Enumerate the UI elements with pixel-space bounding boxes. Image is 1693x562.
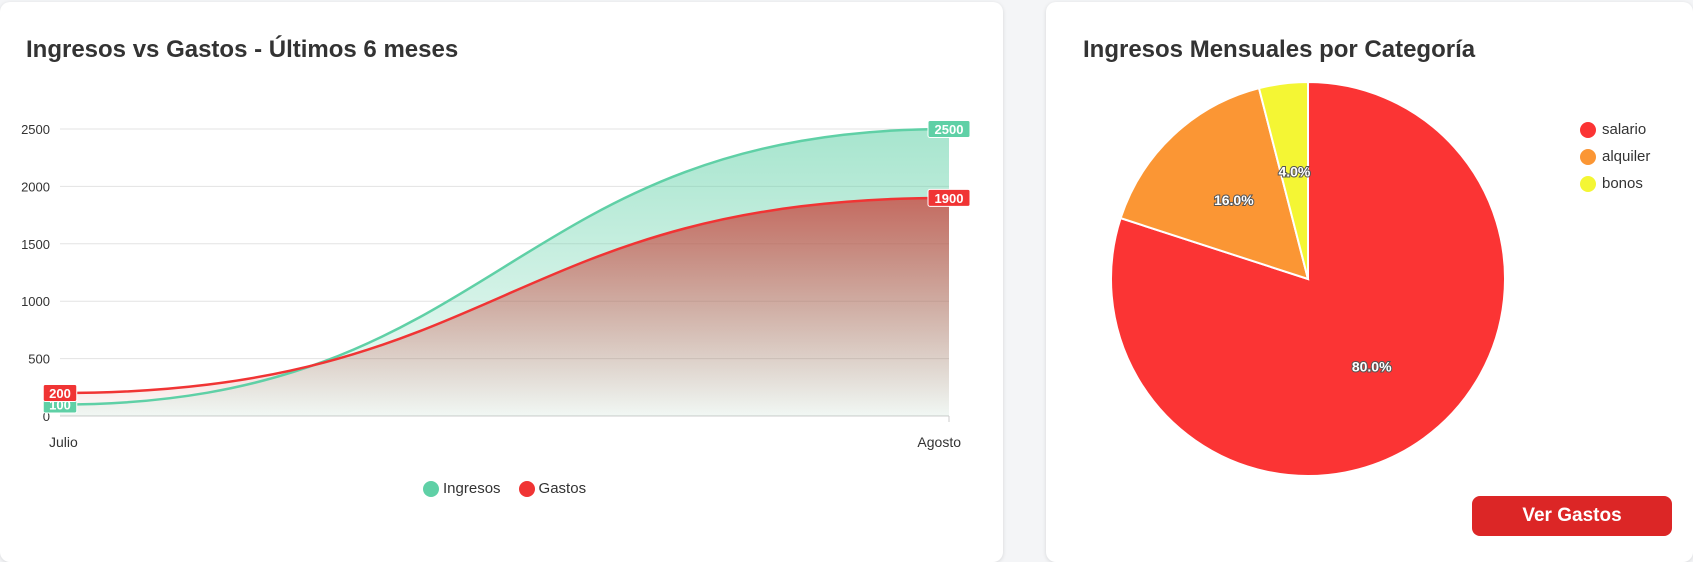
ver-gastos-button[interactable]: Ver Gastos [1472,496,1672,536]
pie-chart-legend: salario alquiler bonos [1580,121,1650,202]
legend-item-gastos[interactable]: Gastos [518,480,587,497]
line-chart-card: Ingresos vs Gastos - Últimos 6 meses 0 50… [0,2,1003,562]
y-tick-label: 500 [28,352,50,367]
pie-slice-label: 80.0% [1352,359,1392,375]
legend-item-salario[interactable]: salario [1580,121,1650,138]
legend-item-ingresos[interactable]: Ingresos [423,480,501,497]
legend-label-alquiler: alquiler [1602,148,1651,165]
gastos-data-label: 200 [42,384,78,403]
ingresos-data-label: 2500 [927,120,971,138]
income-expense-area-chart: 05001000150020002500Julio Agosto 10025002… [21,120,971,450]
pie-slice-label: 16.0% [1214,192,1254,208]
ingresos-legend-dot-icon [423,480,439,497]
legend-item-alquiler[interactable]: alquiler [1580,148,1650,165]
legend-label-salario: salario [1602,121,1647,138]
legend-item-bonos[interactable]: bonos [1580,175,1650,192]
gastos-legend-dot-icon [518,480,535,497]
y-tick-label: 1000 [21,294,50,309]
svg-text:1900: 1900 [935,191,964,206]
y-tick-label: 2500 [21,122,50,137]
svg-text:200: 200 [49,386,71,401]
x-tick-label: Agosto [917,434,961,450]
gastos-area [60,197,949,416]
y-tick-label: 2000 [21,179,50,194]
gastos-data-label: 1900 [927,188,971,207]
y-tick-label: 1500 [21,237,50,252]
x-tick-label: Julio [49,434,78,450]
salario-legend-dot-icon [1580,121,1596,138]
pie-slice-label: 4.0% [1278,164,1310,180]
svg-text:2500: 2500 [935,122,964,137]
bonos-legend-dot-icon [1580,175,1596,192]
line-chart-legend: Ingresos Gastos [423,480,586,497]
legend-label-gastos: Gastos [538,480,587,497]
legend-label-ingresos: Ingresos [443,480,501,497]
income-category-pie-chart: 80.0% 16.0% 4.0% [1110,80,1506,477]
legend-label-bonos: bonos [1602,175,1643,192]
pie-chart-card: Ingresos Mensuales por Categoría 80.0% 16… [1046,2,1693,562]
alquiler-legend-dot-icon [1580,148,1596,165]
